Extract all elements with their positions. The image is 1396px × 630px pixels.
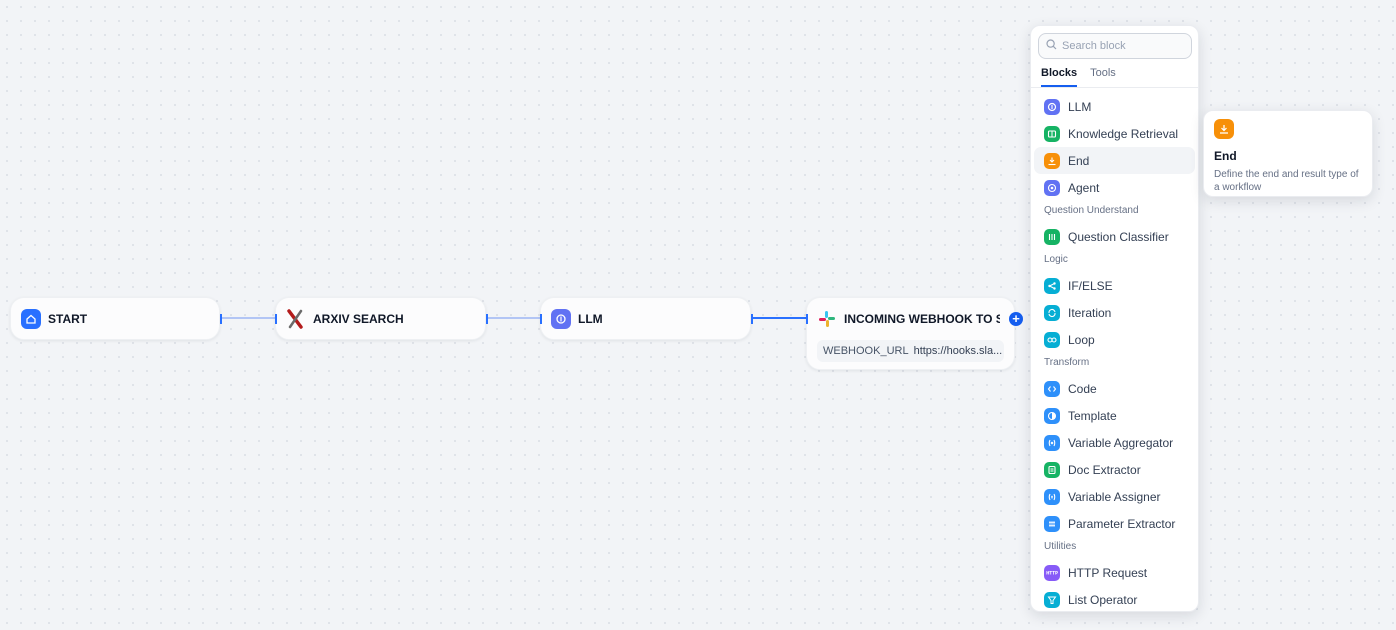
block-item-question-classifier[interactable]: Question Classifier — [1034, 223, 1195, 250]
block-item-doc-extractor[interactable]: Doc Extractor — [1034, 456, 1195, 483]
llm-icon — [1044, 98, 1060, 115]
block-item-iteration[interactable]: Iteration — [1034, 299, 1195, 326]
search-icon — [1046, 37, 1057, 55]
template-icon — [1044, 407, 1060, 424]
svg-text:HTTP: HTTP — [1046, 570, 1058, 575]
search-box[interactable] — [1038, 33, 1192, 59]
add-block-button[interactable]: + — [1009, 312, 1023, 326]
variable-icon — [1044, 434, 1060, 451]
block-tooltip: End Define the end and result type of a … — [1203, 110, 1373, 197]
section-header: Logic — [1044, 254, 1068, 265]
block-item-label: IF/ELSE — [1068, 278, 1113, 293]
block-item-if-else[interactable]: IF/ELSE — [1034, 272, 1195, 299]
block-item-label: Template — [1068, 408, 1117, 423]
code-icon — [1044, 380, 1060, 397]
block-item-loop[interactable]: Loop — [1034, 326, 1195, 353]
classifier-icon — [1044, 228, 1060, 245]
source-handle[interactable] — [486, 314, 488, 324]
arxiv-logo-icon — [286, 309, 306, 329]
llm-icon — [551, 309, 571, 329]
block-item-knowledge-retrieval[interactable]: Knowledge Retrieval — [1034, 120, 1195, 147]
block-item-label: Knowledge Retrieval — [1068, 126, 1179, 141]
node-title: START — [48, 312, 88, 326]
tooltip-description: Define the end and result type of a work… — [1214, 169, 1359, 193]
source-handle[interactable] — [220, 314, 222, 324]
block-item-label: Variable Aggregator — [1068, 435, 1174, 450]
parameter-icon — [1044, 515, 1060, 532]
tab-blocks[interactable]: Blocks — [1041, 63, 1078, 87]
tooltip-title: End — [1214, 149, 1237, 163]
http-icon: HTTP — [1044, 564, 1060, 581]
assigner-icon — [1044, 488, 1060, 505]
node-start[interactable]: START — [10, 297, 222, 340]
book-icon — [1044, 125, 1060, 142]
block-item-label: Code — [1068, 381, 1097, 396]
home-icon — [21, 309, 41, 329]
branch-icon — [1044, 277, 1060, 294]
node-title: LLM — [578, 312, 603, 326]
node-title: ARXIV SEARCH — [313, 312, 404, 326]
block-item-variable-aggregator[interactable]: Variable Aggregator — [1034, 429, 1195, 456]
search-input[interactable] — [1062, 40, 1182, 52]
block-item-label: Question Classifier — [1068, 229, 1169, 244]
source-handle[interactable] — [751, 314, 753, 324]
section-header: Transform — [1044, 357, 1090, 368]
end-icon — [1214, 119, 1234, 139]
block-item-template[interactable]: Template — [1034, 402, 1195, 429]
slack-logo-icon — [817, 309, 837, 329]
block-item-label: Iteration — [1068, 305, 1112, 320]
block-item-agent[interactable]: Agent — [1034, 174, 1195, 201]
block-item-label: Agent — [1068, 180, 1100, 195]
param-key: WEBHOOK_URL — [823, 345, 909, 357]
node-llm[interactable]: LLM — [540, 297, 753, 340]
tab-tools[interactable]: Tools — [1090, 63, 1116, 87]
iteration-icon — [1044, 304, 1060, 321]
target-handle[interactable] — [540, 314, 542, 324]
block-item-label: List Operator — [1068, 592, 1138, 607]
block-item-end[interactable]: End — [1034, 147, 1195, 174]
block-list: LLM Knowledge Retrieval End Agent Question U… — [1031, 88, 1198, 611]
block-item-label: Variable Assigner — [1068, 489, 1161, 504]
section-header: Utilities — [1044, 541, 1077, 552]
doc-icon — [1044, 461, 1060, 478]
end-icon — [1044, 152, 1060, 169]
picker-tabs: Blocks Tools — [1031, 63, 1198, 88]
block-item-code[interactable]: Code — [1034, 375, 1195, 402]
block-item-variable-assigner[interactable]: Variable Assigner — [1034, 483, 1195, 510]
block-picker-panel: Blocks Tools LLM Knowledge Retrieval End Ag… — [1030, 25, 1199, 612]
block-item-label: Doc Extractor — [1068, 462, 1141, 477]
block-item-list-operator[interactable]: List Operator — [1034, 586, 1195, 611]
block-item-http-request[interactable]: HTTP HTTP Request — [1034, 559, 1195, 586]
agent-icon — [1044, 179, 1060, 196]
target-handle[interactable] — [275, 314, 277, 324]
block-item-label: End — [1068, 153, 1090, 168]
node-title: INCOMING WEBHOOK TO SE — [844, 312, 1000, 326]
block-item-label: LLM — [1068, 99, 1092, 114]
block-item-label: HTTP Request — [1068, 565, 1148, 580]
node-arxiv-search[interactable]: ARXIV SEARCH — [275, 297, 488, 340]
section-header: Question Understand — [1044, 205, 1139, 216]
block-item-label: Parameter Extractor — [1068, 516, 1176, 531]
filter-icon — [1044, 591, 1060, 608]
param-value: https://hooks.sla... — [913, 345, 1003, 357]
webhook-url-param: WEBHOOK_URL https://hooks.sla... — [817, 340, 1004, 362]
block-item-parameter-extractor[interactable]: Parameter Extractor — [1034, 510, 1195, 537]
block-item-label: Loop — [1068, 332, 1095, 347]
block-item-llm[interactable]: LLM — [1034, 93, 1195, 120]
loop-icon — [1044, 331, 1060, 348]
node-incoming-webhook[interactable]: INCOMING WEBHOOK TO SE WEBHOOK_URL https… — [806, 297, 1015, 370]
target-handle[interactable] — [806, 314, 808, 324]
